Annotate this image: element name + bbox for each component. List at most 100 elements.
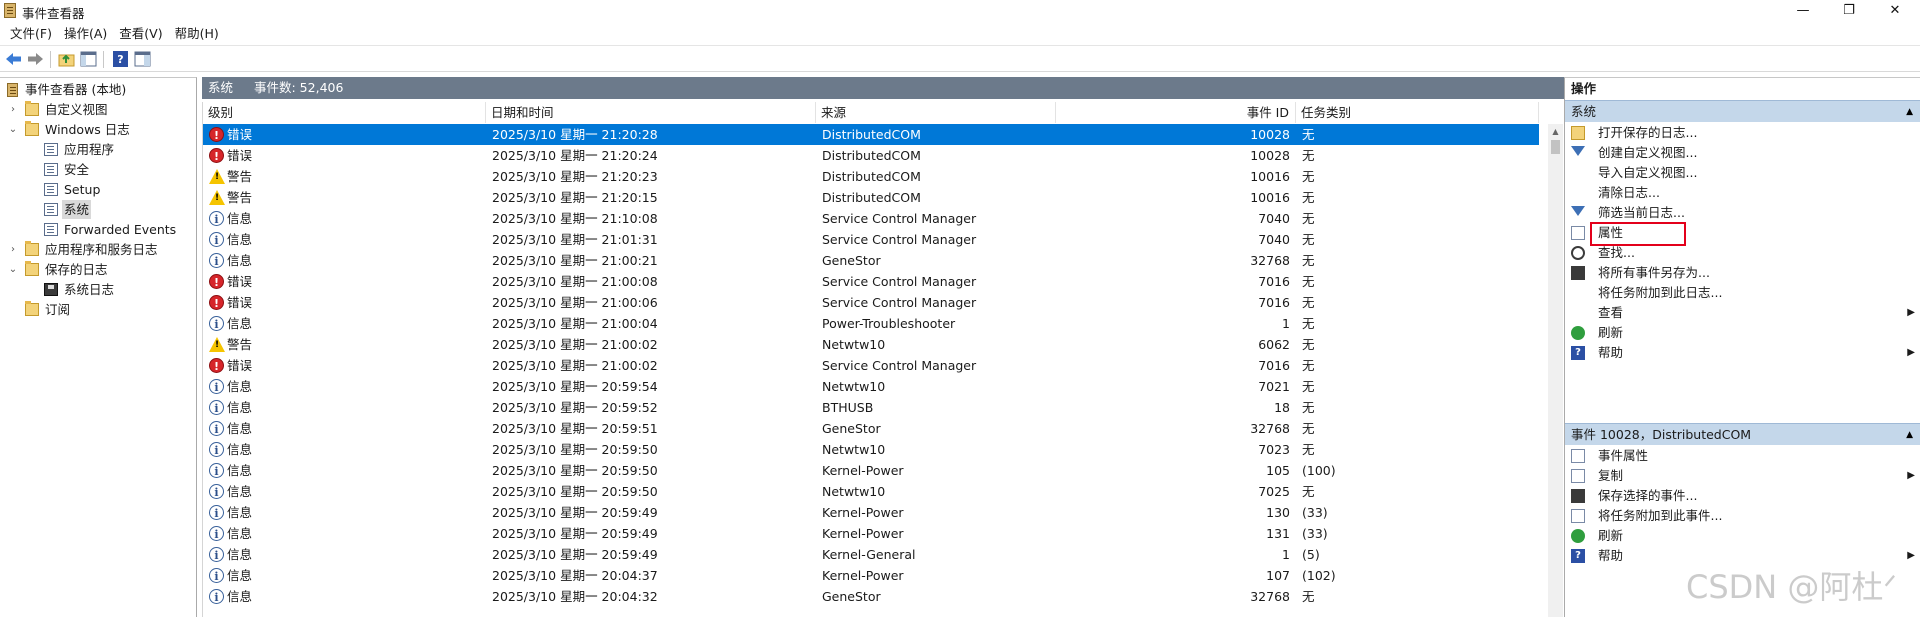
chevron-right-icon[interactable]: › <box>8 240 18 259</box>
menu-help[interactable]: 帮助(H) <box>169 23 225 44</box>
action-label: 创建自定义视图... <box>1598 145 1698 160</box>
tree-item-system-log[interactable]: 系统日志 <box>0 280 197 299</box>
table-row[interactable]: i 信息 2025/3/10 星期一 20:04:37 Kernel-Power 107… <box>203 565 1539 586</box>
column-header-event-id[interactable]: 事件 ID <box>1056 102 1296 123</box>
cell-level: 警告 <box>227 169 253 184</box>
table-row[interactable]: ! 错误 2025/3/10 星期一 21:00:06 Service Control… <box>203 292 1539 313</box>
error-icon: ! <box>209 295 224 310</box>
watermark: CSDN @阿杜ᐟ <box>1686 568 1897 606</box>
toolbar-separator <box>50 51 51 68</box>
vertical-scrollbar[interactable]: ▲ <box>1548 124 1563 617</box>
folder-icon <box>25 241 39 256</box>
show-tree-icon[interactable] <box>80 51 97 67</box>
tree-item-system[interactable]: 系统 <box>0 200 197 219</box>
action-item[interactable]: 清除日志... <box>1565 183 1920 203</box>
table-row[interactable]: i 信息 2025/3/10 星期一 21:00:04 Power-Troublesh… <box>203 313 1539 334</box>
table-row[interactable]: ! 错误 2025/3/10 星期一 21:20:24 DistributedCOM 1… <box>203 145 1539 166</box>
action-item[interactable]: 将任务附加到此事件... <box>1565 506 1920 526</box>
tree-item-app-service-logs[interactable]: › 应用程序和服务日志 <box>0 240 197 259</box>
tree-item-subscriptions[interactable]: 订阅 <box>0 300 197 319</box>
cell-event-id: 10028 <box>1250 148 1290 163</box>
properties-icon <box>1571 469 1585 483</box>
menu-action[interactable]: 操作(A) <box>58 23 113 44</box>
help-icon[interactable]: ? <box>112 51 129 67</box>
chevron-down-icon[interactable]: ⌄ <box>8 260 18 279</box>
table-row[interactable]: i 信息 2025/3/10 星期一 21:00:21 GeneStor 32768 无 <box>203 250 1539 271</box>
tree-item-security[interactable]: 安全 <box>0 160 197 179</box>
menu-file[interactable]: 文件(F) <box>4 23 58 44</box>
table-row[interactable]: i 信息 2025/3/10 星期一 20:59:49 Kernel-General 1… <box>203 544 1539 565</box>
action-label: 筛选当前日志... <box>1598 205 1685 220</box>
table-row[interactable]: i 信息 2025/3/10 星期一 20:59:50 Kernel-Power 105… <box>203 460 1539 481</box>
action-item[interactable]: 查找... <box>1565 243 1920 263</box>
action-item[interactable]: 复制 ▶ <box>1565 466 1920 486</box>
action-item[interactable]: 保存选择的事件... <box>1565 486 1920 506</box>
action-item[interactable]: 刷新 <box>1565 323 1920 343</box>
chevron-down-icon[interactable]: ⌄ <box>8 120 18 139</box>
action-item[interactable]: 创建自定义视图... <box>1565 143 1920 163</box>
action-item[interactable]: ? 帮助 ▶ <box>1565 343 1920 363</box>
table-row[interactable]: i 信息 2025/3/10 星期一 20:59:51 GeneStor 32768 无 <box>203 418 1539 439</box>
log-icon <box>44 203 58 216</box>
action-item[interactable]: 将所有事件另存为... <box>1565 263 1920 283</box>
table-row[interactable]: i 信息 2025/3/10 星期一 20:59:52 BTHUSB 18 无 <box>203 397 1539 418</box>
attach-task-icon <box>1571 509 1585 523</box>
up-folder-icon[interactable] <box>58 51 75 67</box>
column-header-task-category[interactable]: 任务类别 <box>1296 102 1539 123</box>
navigation-tree: 事件查看器 (本地) › 自定义视图 ⌄ Windows 日志 应用程序 安全 … <box>0 77 197 617</box>
tree-item-windows-logs[interactable]: ⌄ Windows 日志 <box>0 120 197 139</box>
table-row[interactable]: ! 错误 2025/3/10 星期一 21:00:08 Service Control… <box>203 271 1539 292</box>
cell-source: BTHUSB <box>822 400 874 415</box>
action-item[interactable]: 将任务附加到此日志... <box>1565 283 1920 303</box>
column-header-datetime[interactable]: 日期和时间 <box>486 102 816 123</box>
table-row[interactable]: ! 警告 2025/3/10 星期一 21:00:02 Netwtw10 6062 无 <box>203 334 1539 355</box>
back-icon[interactable] <box>5 51 22 67</box>
filter-icon <box>1571 146 1585 156</box>
table-row[interactable]: i 信息 2025/3/10 星期一 21:10:08 Service Control… <box>203 208 1539 229</box>
cell-event-id: 10028 <box>1250 127 1290 142</box>
tree-item-setup[interactable]: Setup <box>0 180 197 199</box>
table-row[interactable]: i 信息 2025/3/10 星期一 20:04:32 GeneStor 32768 无 <box>203 586 1539 607</box>
table-row[interactable]: i 信息 2025/3/10 星期一 20:59:49 Kernel-Power 130… <box>203 502 1539 523</box>
chevron-right-icon[interactable]: › <box>8 100 18 119</box>
table-row[interactable]: ! 错误 2025/3/10 星期一 21:00:02 Service Control… <box>203 355 1539 376</box>
tree-item-application[interactable]: 应用程序 <box>0 140 197 159</box>
close-button[interactable]: ✕ <box>1872 0 1918 22</box>
column-header-source[interactable]: 来源 <box>816 102 1056 123</box>
action-item[interactable]: 筛选当前日志... <box>1565 203 1920 223</box>
minimize-button[interactable]: — <box>1780 0 1826 22</box>
table-row[interactable]: i 信息 2025/3/10 星期一 21:01:31 Service Control… <box>203 229 1539 250</box>
submenu-arrow-icon: ▶ <box>1907 347 1915 358</box>
column-header-level[interactable]: 级别 <box>203 102 486 123</box>
cell-level: 信息 <box>227 379 253 394</box>
scroll-thumb[interactable] <box>1551 140 1560 154</box>
tree-item-forwarded-events[interactable]: Forwarded Events <box>0 220 197 239</box>
table-row[interactable]: ! 错误 2025/3/10 星期一 21:20:28 DistributedCOM 1… <box>203 124 1539 145</box>
table-row[interactable]: ! 警告 2025/3/10 星期一 21:20:15 DistributedCOM 1… <box>203 187 1539 208</box>
show-action-pane-icon[interactable] <box>134 51 151 67</box>
cell-event-id: 131 <box>1266 526 1290 541</box>
collapse-icon[interactable]: ▲ <box>1906 424 1913 446</box>
action-item[interactable]: 查看 ▶ <box>1565 303 1920 323</box>
action-item[interactable]: 刷新 <box>1565 526 1920 546</box>
actions-section-system[interactable]: 系统 ▲ <box>1565 100 1920 122</box>
table-row[interactable]: i 信息 2025/3/10 星期一 20:59:54 Netwtw10 7021 无 <box>203 376 1539 397</box>
cell-task-category: 无 <box>1302 400 1315 415</box>
tree-item-root[interactable]: 事件查看器 (本地) <box>0 80 197 99</box>
actions-section-event[interactable]: 事件 10028，DistributedCOM ▲ <box>1565 423 1920 445</box>
menu-view[interactable]: 查看(V) <box>113 23 168 44</box>
action-item[interactable]: 导入自定义视图... <box>1565 163 1920 183</box>
tree-item-custom-views[interactable]: › 自定义视图 <box>0 100 197 119</box>
info-icon: i <box>209 547 224 562</box>
action-item[interactable]: 打开保存的日志... <box>1565 123 1920 143</box>
table-row[interactable]: i 信息 2025/3/10 星期一 20:59:50 Netwtw10 7023 无 <box>203 439 1539 460</box>
table-row[interactable]: i 信息 2025/3/10 星期一 20:59:49 Kernel-Power 131… <box>203 523 1539 544</box>
table-row[interactable]: ! 警告 2025/3/10 星期一 21:20:23 DistributedCOM 1… <box>203 166 1539 187</box>
maximize-button[interactable]: ❐ <box>1826 0 1872 22</box>
action-item[interactable]: 事件属性 <box>1565 446 1920 466</box>
tree-item-saved-logs[interactable]: ⌄ 保存的日志 <box>0 260 197 279</box>
collapse-icon[interactable]: ▲ <box>1906 101 1913 123</box>
scroll-up-icon[interactable]: ▲ <box>1548 124 1563 139</box>
table-row[interactable]: i 信息 2025/3/10 星期一 20:59:50 Netwtw10 7025 无 <box>203 481 1539 502</box>
forward-icon[interactable] <box>27 51 44 67</box>
